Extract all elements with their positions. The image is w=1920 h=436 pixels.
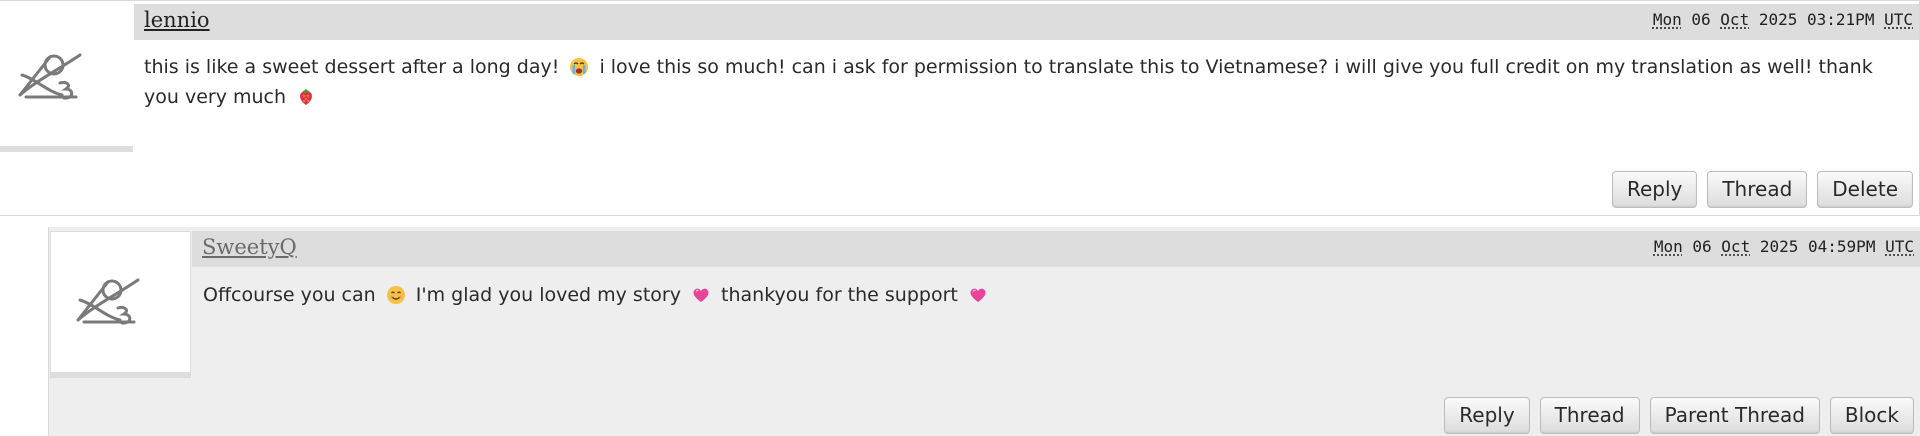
comment-actions: Reply Thread Delete — [1611, 171, 1913, 208]
weekday: Mon — [1653, 237, 1683, 256]
year: 2025 — [1759, 237, 1799, 256]
comment-text-part: thankyou for the support — [721, 284, 958, 306]
day: 06 — [1691, 10, 1711, 29]
year: 2025 — [1758, 10, 1798, 29]
comment-datetime: Mon 06 Oct 2025 03:21PM UTC — [1653, 10, 1913, 29]
comment-text-part: Offcourse you can — [203, 284, 376, 306]
pink-heart-emoji-icon — [970, 288, 986, 302]
weekday: Mon — [1652, 10, 1682, 29]
block-button[interactable]: Block — [1829, 397, 1914, 434]
day: 06 — [1692, 237, 1712, 256]
comment-text: Offcourse you can I'm glad you loved my … — [203, 280, 1903, 310]
username-link[interactable]: SweetyQ — [202, 235, 297, 259]
delete-button[interactable]: Delete — [1817, 171, 1913, 208]
comment-text: this is like a sweet dessert after a lon… — [144, 52, 1904, 112]
default-avatar-icon — [76, 278, 140, 325]
thread-button[interactable]: Thread — [1539, 397, 1640, 434]
month: Oct — [1721, 237, 1751, 256]
comment-sweetyq: SweetyQ Mon 06 Oct 2025 04:59PM UTC Offc… — [48, 227, 1920, 436]
timezone: UTC — [1884, 10, 1913, 29]
strawberry-emoji-icon — [300, 89, 313, 105]
reply-button[interactable]: Reply — [1611, 171, 1698, 208]
time: 03:21PM — [1807, 10, 1875, 29]
month: Oct — [1720, 10, 1750, 29]
comment-lennio: lennio Mon 06 Oct 2025 03:21PM UTC this … — [0, 0, 1920, 216]
crying-face-emoji-icon — [570, 58, 589, 76]
comment-datetime: Mon 06 Oct 2025 04:59PM UTC — [1654, 237, 1914, 256]
comment-byline: lennio Mon 06 Oct 2025 03:21PM UTC — [134, 4, 1919, 40]
default-avatar-icon — [18, 53, 82, 100]
timezone: UTC — [1885, 237, 1914, 256]
comment-byline: SweetyQ Mon 06 Oct 2025 04:59PM UTC — [192, 231, 1920, 267]
avatar[interactable] — [50, 231, 191, 378]
parent-thread-button[interactable]: Parent Thread — [1649, 397, 1820, 434]
reply-button[interactable]: Reply — [1444, 397, 1530, 434]
avatar[interactable] — [0, 5, 133, 152]
smiling-face-emoji-icon — [386, 286, 405, 304]
username-link[interactable]: lennio — [144, 8, 210, 32]
comment-actions: Reply Thread Parent Thread Block — [1444, 397, 1914, 434]
time: 04:59PM — [1808, 237, 1876, 256]
comment-text-part: this is like a sweet dessert after a lon… — [144, 56, 560, 78]
thread-button[interactable]: Thread — [1707, 171, 1808, 208]
comment-text-part: I'm glad you loved my story — [415, 284, 681, 306]
pink-heart-emoji-icon — [693, 288, 709, 302]
